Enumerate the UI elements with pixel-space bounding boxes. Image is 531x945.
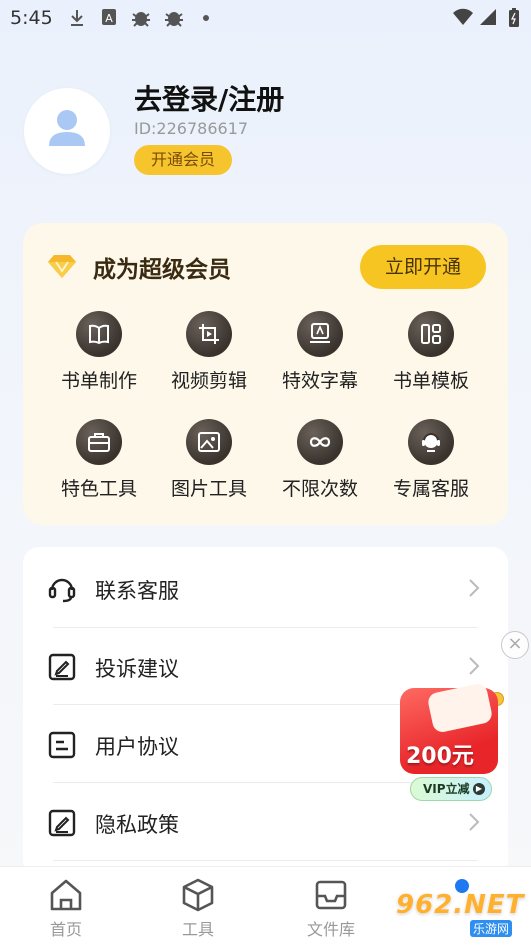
chevron-right-icon [469, 657, 480, 675]
avatar[interactable] [24, 88, 110, 174]
feature-template[interactable]: 书单模板 [375, 311, 487, 393]
chevron-right-icon [469, 579, 480, 597]
feature-unlimited[interactable]: 不限次数 [264, 419, 376, 501]
crop-icon [186, 311, 232, 357]
menu-label: 用户协议 [95, 735, 179, 759]
watermark-sub: 乐游网 [470, 920, 513, 937]
status-time: 5:45 [10, 7, 53, 29]
menu-label: 隐私政策 [95, 813, 179, 837]
infinity-icon [297, 419, 343, 465]
battery-icon [508, 8, 520, 33]
feature-subtitle[interactable]: 特效字幕 [264, 311, 376, 393]
nav-label: 文件库 [306, 920, 355, 939]
bug-icon [130, 8, 152, 33]
a-icon: A [101, 8, 117, 31]
user-avatar-icon [49, 110, 85, 146]
user-id: ID:226786617 [134, 119, 249, 138]
nav-file-library[interactable]: 文件库 [291, 877, 371, 940]
feature-special-tools[interactable]: 特色工具 [43, 419, 155, 501]
edit-icon [48, 809, 76, 837]
home-icon [50, 879, 82, 911]
support-icon [408, 419, 454, 465]
feature-label: 不限次数 [281, 478, 358, 500]
cube-icon [182, 878, 214, 912]
download-icon [68, 8, 86, 33]
divider [53, 860, 478, 861]
feature-label: 图片工具 [170, 478, 247, 500]
image-icon [186, 419, 232, 465]
feature-video-edit[interactable]: 视频剪辑 [153, 311, 265, 393]
inbox-icon [315, 880, 347, 910]
vip-card: 成为超级会员 立即开通 书单制作 视频剪辑 特效字幕 书单模板 特色工具 图片工… [23, 223, 508, 525]
feature-exclusive-support[interactable]: 专属客服 [375, 419, 487, 501]
promo-tag: VIP立减 ▶ [410, 777, 492, 801]
feature-label: 特效字幕 [281, 370, 358, 392]
menu-item-contact-support[interactable]: 联系客服 [23, 549, 508, 627]
template-icon [408, 311, 454, 357]
menu-label: 联系客服 [95, 579, 179, 603]
menu-label: 投诉建议 [95, 657, 179, 681]
nav-home[interactable]: 首页 [26, 877, 106, 940]
watermark-logo: 962.NET [396, 890, 525, 920]
feature-label: 书单模板 [392, 370, 469, 392]
toolbox-icon [76, 419, 122, 465]
nav-label: 工具 [181, 920, 214, 939]
status-bar: 5:45 A [0, 0, 531, 38]
vip-open-button[interactable]: 立即开通 [360, 245, 486, 289]
dot-icon [202, 10, 210, 31]
svg-text:A: A [105, 12, 113, 25]
feature-label: 视频剪辑 [170, 370, 247, 392]
vip-discount-promo[interactable]: 200元 VIP立减 ▶ [388, 682, 510, 806]
signal-icon [479, 8, 497, 31]
edit-icon [48, 653, 76, 681]
feature-label: 书单制作 [60, 370, 137, 392]
promo-tag-label: VIP立减 [423, 782, 470, 796]
vip-title: 成为超级会员 [93, 257, 231, 283]
nav-tools[interactable]: 工具 [158, 877, 238, 940]
chevron-right-icon [469, 813, 480, 831]
nav-label: 首页 [49, 920, 82, 939]
feature-image-tools[interactable]: 图片工具 [153, 419, 265, 501]
close-promo-button[interactable]: × [501, 631, 529, 659]
feature-label: 专属客服 [392, 478, 469, 500]
bug-icon [163, 8, 185, 33]
document-icon [48, 731, 76, 759]
coupon-card [426, 682, 494, 734]
open-member-button[interactable]: 开通会员 [134, 145, 232, 175]
wifi-icon [452, 8, 474, 31]
headset-icon [48, 578, 76, 603]
play-icon: ▶ [473, 783, 485, 795]
book-icon [76, 311, 122, 357]
subtitle-icon [297, 311, 343, 357]
login-register-link[interactable]: 去登录/注册 [134, 78, 284, 118]
feature-book-list[interactable]: 书单制作 [43, 311, 155, 393]
diamond-icon [48, 255, 76, 278]
feature-label: 特色工具 [60, 478, 137, 500]
promo-amount: 200元 [406, 744, 474, 769]
